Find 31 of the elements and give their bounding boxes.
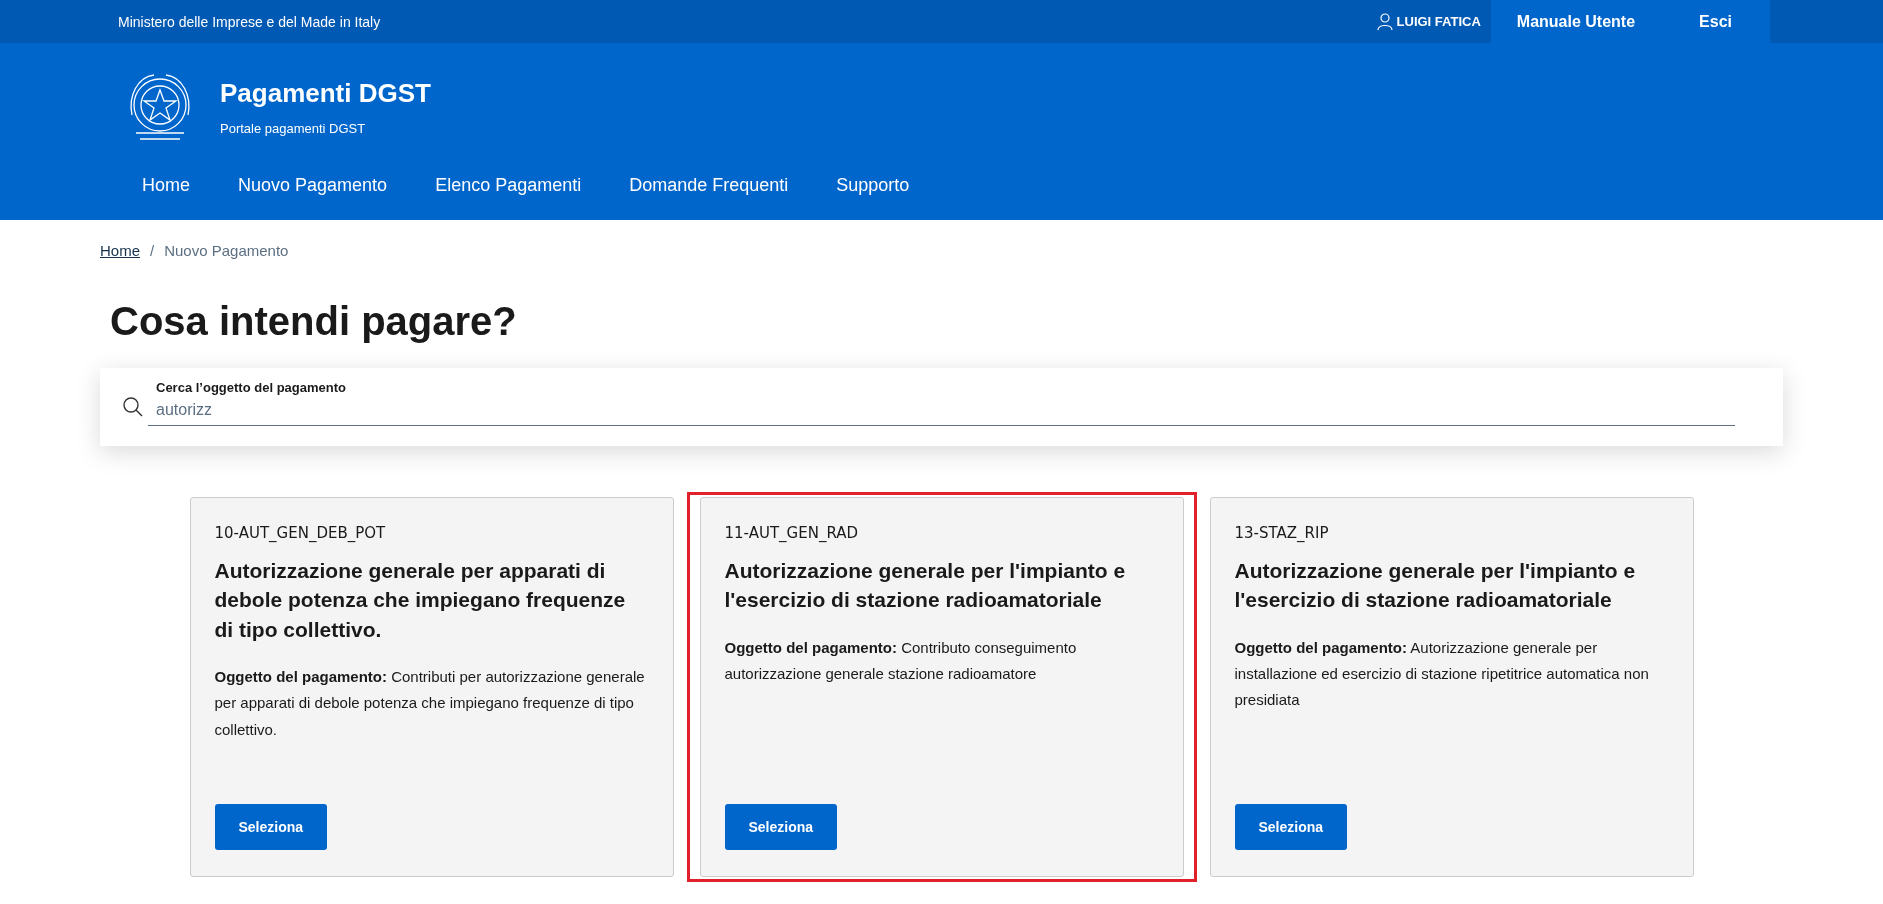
nav-link[interactable]: Nuovo Pagamento bbox=[238, 175, 388, 196]
payment-code: 13-STAZ_RIP bbox=[1234, 524, 1330, 542]
top-link[interactable]: Manuale Utente bbox=[1490, 0, 1662, 43]
site-title[interactable]: Pagamenti DGST bbox=[220, 78, 431, 109]
breadcrumb-current: Nuovo Pagamento bbox=[164, 242, 289, 259]
select-button[interactable]: Seleziona bbox=[1234, 804, 1348, 850]
card-description: Oggetto del pagamento: Contributi per autorizzazione generale per apparati di debole potenza che impiegano frequenze di tipo collettivo. bbox=[214, 667, 646, 740]
nav-link[interactable]: Domande Frequenti bbox=[629, 175, 789, 196]
breadcrumb-link[interactable]: Home bbox=[100, 242, 140, 259]
ministry-name: Ministero delle Imprese e del Made in Italy bbox=[118, 13, 381, 30]
select-button[interactable]: Seleziona bbox=[214, 804, 328, 850]
search-field[interactable]: autorizz bbox=[148, 399, 1735, 426]
user-name[interactable]: LUIGI FATICA bbox=[1376, 12, 1481, 31]
breadcrumb-separator: / bbox=[150, 242, 155, 259]
top-link[interactable]: Esci bbox=[1661, 0, 1770, 43]
card-title: Autorizzazione generale per l'impianto e l'esercizio di stazione radioamatoriale bbox=[1234, 558, 1637, 614]
nav-link[interactable]: Elenco Pagamenti bbox=[435, 175, 582, 196]
card-description: Oggetto del pagamento: Contributo conseguimento autorizzazione generale stazione radioamatore bbox=[724, 637, 1078, 685]
nav-link[interactable]: Home bbox=[142, 175, 190, 196]
card-title: Autorizzazione generale per l'impianto e l'esercizio di stazione radioamatoriale bbox=[724, 558, 1127, 614]
card-description: Oggetto del pagamento: Autorizzazione generale per installazione ed esercizio di stazione ripetitrice automatica non presidiata bbox=[1234, 637, 1650, 711]
page-title: Cosa intendi pagare? bbox=[110, 299, 518, 344]
search-icon bbox=[122, 396, 144, 418]
select-button[interactable]: Seleziona bbox=[724, 804, 838, 850]
payment-code: 10-AUT_GEN_DEB_POT bbox=[214, 524, 387, 542]
payment-code: 11-AUT_GEN_RAD bbox=[724, 524, 860, 542]
nav-link[interactable]: Supporto bbox=[836, 175, 910, 196]
card-title: Autorizzazione generale per apparati di debole potenza che impiegano frequenze di tipo collettivo. bbox=[214, 558, 627, 643]
search-label: Cerca l’oggetto del pagamento bbox=[155, 380, 347, 395]
user-icon bbox=[1376, 12, 1393, 31]
site-subtitle: Portale pagamenti DGST bbox=[220, 121, 367, 136]
